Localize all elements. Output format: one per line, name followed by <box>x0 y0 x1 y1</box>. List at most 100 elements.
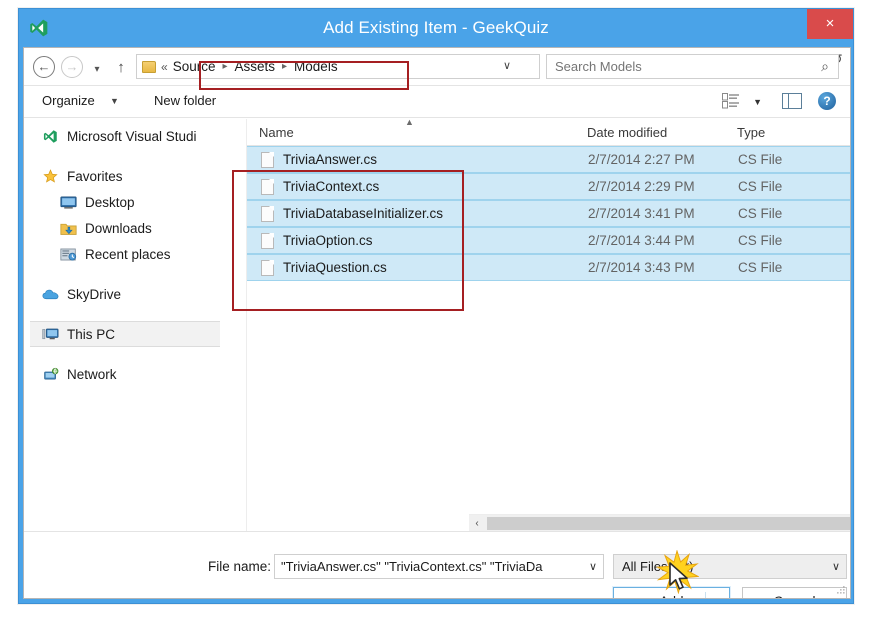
sidebar-item-recent-places[interactable]: Recent places <box>24 241 246 267</box>
sidebar-item-this-pc[interactable]: This PC <box>30 321 220 347</box>
add-existing-item-dialog: Add Existing Item - GeekQuiz × ← → ▾ ↑ «… <box>18 8 854 604</box>
cs-file-icon <box>261 232 274 249</box>
breadcrumb-separator: ▸ <box>282 61 288 72</box>
back-icon[interactable]: ← <box>33 56 55 78</box>
table-row[interactable]: TriviaQuestion.cs 2/7/2014 3:43 PM CS Fi… <box>247 254 850 281</box>
this-pc-icon <box>42 328 59 339</box>
file-date-modified: 2/7/2014 3:43 PM <box>588 260 695 275</box>
search-box[interactable]: ⌕ <box>546 54 839 79</box>
dialog-client-area: ← → ▾ ↑ « Source ▸ Assets ▸ Models ∨ ↻ ⌕ <box>23 47 851 599</box>
file-type-filter-value: All Files (*.*) <box>622 559 694 574</box>
cs-file-icon <box>261 205 274 222</box>
preview-pane-icon[interactable] <box>782 93 802 109</box>
sidebar-item-network[interactable]: Network <box>24 361 246 387</box>
table-row[interactable]: TriviaAnswer.cs 2/7/2014 2:27 PM CS File <box>247 146 850 173</box>
sidebar-item-skydrive[interactable]: SkyDrive <box>24 281 246 307</box>
resize-grip-icon[interactable] <box>835 584 846 595</box>
sidebar-item-desktop[interactable]: Desktop <box>24 189 246 215</box>
sidebar-item-label: SkyDrive <box>67 286 122 302</box>
new-folder-button[interactable]: New folder <box>154 93 216 108</box>
add-button-label: Add <box>659 594 683 598</box>
file-list: ▲ Name Date modified Type TriviaAnswer.c… <box>246 117 850 532</box>
file-name: TriviaQuestion.cs <box>283 260 387 275</box>
chevron-down-icon[interactable]: ▾ <box>715 597 720 598</box>
file-type: CS File <box>738 152 783 167</box>
horizontal-scrollbar[interactable]: ‹ › <box>469 514 850 532</box>
sidebar-item-label: Desktop <box>85 194 135 210</box>
organize-button[interactable]: Organize <box>42 93 95 108</box>
file-type: CS File <box>738 233 783 248</box>
chevron-down-icon[interactable]: ▼ <box>110 96 119 106</box>
split-button-divider <box>705 592 706 598</box>
table-row[interactable]: TriviaDatabaseInitializer.cs 2/7/2014 3:… <box>247 200 850 227</box>
window-title: Add Existing Item - GeekQuiz <box>323 18 549 37</box>
table-row[interactable]: TriviaContext.cs 2/7/2014 2:29 PM CS Fil… <box>247 173 850 200</box>
breadcrumb-item-assets[interactable]: Assets <box>235 59 276 74</box>
scroll-left-icon[interactable]: ‹ <box>469 518 485 529</box>
cs-file-icon <box>261 259 274 276</box>
breadcrumb-item-models[interactable]: Models <box>294 59 338 74</box>
list-view-icon[interactable] <box>722 93 740 109</box>
scrollbar-track[interactable] <box>485 514 850 532</box>
address-dropdown-icon[interactable]: ∨ <box>503 59 511 72</box>
sort-ascending-icon: ▲ <box>405 117 414 127</box>
star-icon <box>43 168 58 183</box>
file-date-modified: 2/7/2014 2:27 PM <box>588 152 695 167</box>
file-date-modified: 2/7/2014 3:41 PM <box>588 206 695 221</box>
file-type-filter-combobox[interactable]: All Files (*.*) ∨ <box>613 554 847 579</box>
help-icon[interactable]: ? <box>818 92 836 110</box>
file-type: CS File <box>738 260 783 275</box>
sidebar-item-downloads[interactable]: Downloads <box>24 215 246 241</box>
recent-places-icon <box>60 248 77 260</box>
title-bar: Add Existing Item - GeekQuiz × <box>19 9 853 47</box>
visual-studio-icon <box>43 129 57 143</box>
chevron-down-icon[interactable]: ∨ <box>826 560 846 573</box>
table-row[interactable]: TriviaOption.cs 2/7/2014 3:44 PM CS File <box>247 227 850 254</box>
dialog-body: Microsoft Visual Studi Favorites Desktop… <box>24 117 850 532</box>
up-one-level-icon[interactable]: ↑ <box>112 58 130 76</box>
file-name: TriviaOption.cs <box>283 233 373 248</box>
file-name-input[interactable] <box>281 559 583 574</box>
close-button[interactable]: × <box>807 9 853 39</box>
sidebar-item-label: This PC <box>67 326 116 342</box>
breadcrumb-item-source[interactable]: Source <box>173 59 216 74</box>
cancel-button[interactable]: Cancel <box>742 587 847 598</box>
forward-icon[interactable]: → <box>61 56 83 78</box>
chevron-down-icon[interactable]: ∨ <box>583 560 603 573</box>
file-date-modified: 2/7/2014 3:44 PM <box>588 233 695 248</box>
sidebar-item-favorites[interactable]: Favorites <box>24 163 246 189</box>
file-name: TriviaAnswer.cs <box>283 152 378 167</box>
search-input[interactable] <box>555 59 822 74</box>
sidebar-item-microsoft-visual-studio[interactable]: Microsoft Visual Studi <box>24 123 246 149</box>
breadcrumb-separator: ▸ <box>222 61 228 72</box>
file-type: CS File <box>738 206 783 221</box>
recent-locations-icon[interactable]: ▾ <box>90 60 104 75</box>
downloads-icon <box>60 223 77 235</box>
sidebar-item-label: Recent places <box>85 246 171 262</box>
column-header-name[interactable]: Name <box>259 125 294 140</box>
dialog-footer: File name: ∨ All Files (*.*) ∨ Add ▾ Can… <box>24 531 850 598</box>
scrollbar-thumb[interactable] <box>487 516 850 530</box>
file-name-combobox[interactable]: ∨ <box>274 554 604 579</box>
breadcrumb: Source ▸ Assets ▸ Models <box>173 59 338 74</box>
address-breadcrumb-bar[interactable]: « Source ▸ Assets ▸ Models ∨ <box>136 54 540 79</box>
cs-file-icon <box>261 178 274 195</box>
sidebar-item-label: Network <box>67 366 117 382</box>
column-header-type[interactable]: Type <box>737 125 765 140</box>
file-type: CS File <box>738 179 783 194</box>
network-icon <box>44 367 59 380</box>
file-name: TriviaDatabaseInitializer.cs <box>283 206 444 221</box>
column-header-date-modified[interactable]: Date modified <box>587 125 667 140</box>
breadcrumb-overflow-icon[interactable]: « <box>161 60 168 74</box>
file-name: TriviaContext.cs <box>283 179 380 194</box>
chevron-down-icon[interactable]: ▼ <box>753 97 762 107</box>
sidebar-item-label: Favorites <box>67 168 123 184</box>
address-bar: ← → ▾ ↑ « Source ▸ Assets ▸ Models ∨ ↻ ⌕ <box>24 48 850 86</box>
cs-file-icon <box>261 151 274 168</box>
search-icon[interactable]: ⌕ <box>821 58 829 75</box>
add-button[interactable]: Add ▾ <box>612 586 731 598</box>
column-header-row: ▲ Name Date modified Type <box>247 117 850 146</box>
sidebar-item-label: Microsoft Visual Studi <box>67 128 197 144</box>
navigation-pane: Microsoft Visual Studi Favorites Desktop… <box>24 119 246 531</box>
